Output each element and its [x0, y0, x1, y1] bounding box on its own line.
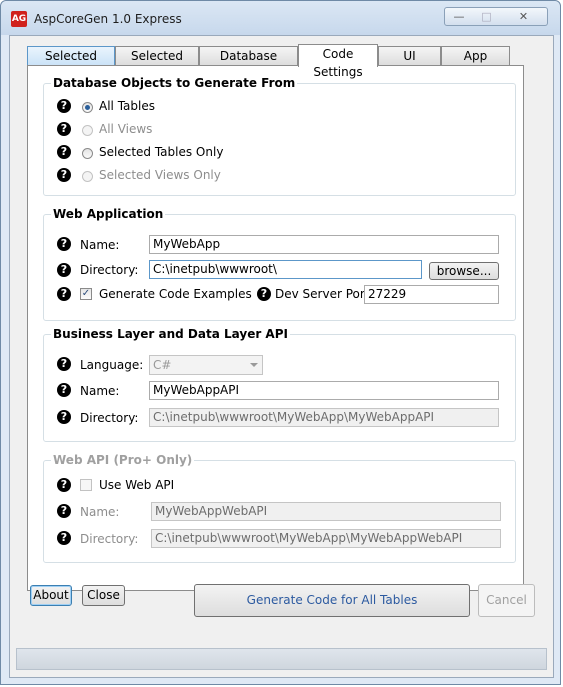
web-app-name-label: Name:	[80, 238, 120, 252]
web-app-directory-input[interactable]: C:\inetpub\wwwroot\	[149, 260, 422, 279]
help-icon[interactable]: ?	[57, 168, 71, 182]
selected-views-label: Selected Views Only	[99, 168, 221, 182]
tab-selected-tables[interactable]: Selected Tables	[27, 46, 115, 81]
client-area: Selected Tables Selected Views Database …	[9, 35, 554, 678]
help-icon[interactable]: ?	[57, 99, 71, 113]
tab-code-settings[interactable]: Code Settings	[298, 44, 378, 79]
close-button[interactable]: Close	[82, 585, 125, 606]
window-title: AspCoreGen 1.0 Express	[34, 12, 182, 26]
tab-app-settings[interactable]: App Settings	[441, 46, 510, 81]
all-tables-radio[interactable]	[82, 102, 93, 113]
web-api-name-label: Name:	[80, 505, 120, 519]
all-views-radio	[82, 125, 93, 136]
close-icon: ✕	[518, 10, 529, 23]
generate-code-button[interactable]: Generate Code for All Tables	[194, 584, 470, 617]
about-button[interactable]: About	[30, 585, 72, 606]
chevron-down-icon	[250, 363, 258, 367]
use-web-api-checkbox	[80, 479, 92, 491]
minimize-button[interactable]: —	[444, 7, 474, 26]
help-icon[interactable]: ?	[57, 287, 71, 301]
help-icon[interactable]: ?	[57, 383, 71, 397]
web-application-title: Web Application	[51, 207, 166, 221]
cancel-button: Cancel	[478, 584, 535, 617]
language-select: C#	[149, 355, 263, 375]
language-label: Language:	[80, 358, 144, 372]
help-icon[interactable]: ?	[57, 263, 71, 277]
db-objects-title: Database Objects to Generate From	[51, 76, 298, 90]
web-api-group: Web API (Pro+ Only) ? Use Web API ? Name…	[43, 453, 516, 563]
tab-database-settings[interactable]: Database Settings	[199, 46, 298, 81]
maximize-button: □	[473, 7, 501, 26]
close-window-button[interactable]: ✕	[500, 7, 548, 26]
use-web-api-label: Use Web API	[99, 478, 175, 492]
selected-views-radio	[82, 171, 93, 182]
all-tables-label: All Tables	[99, 99, 155, 113]
dev-port-input[interactable]: 27229	[364, 285, 499, 304]
generate-examples-checkbox[interactable]: ✓	[80, 288, 92, 300]
app-window: AG AspCoreGen 1.0 Express — □ ✕ Selected…	[0, 0, 561, 685]
status-bar	[16, 648, 547, 670]
dev-port-label: Dev Server Port:	[275, 287, 374, 301]
maximize-icon: □	[481, 10, 492, 23]
web-app-name-input[interactable]: MyWebApp	[149, 235, 499, 254]
all-views-label: All Views	[99, 122, 153, 136]
tab-selected-views[interactable]: Selected Views	[115, 46, 199, 81]
api-directory-input: C:\inetpub\wwwroot\MyWebApp\MyWebAppAPI	[149, 408, 499, 427]
selected-tables-label: Selected Tables Only	[99, 145, 224, 159]
help-icon[interactable]: ?	[57, 410, 71, 424]
business-layer-group: Business Layer and Data Layer API ? Lang…	[43, 327, 516, 442]
tab-ui-settings[interactable]: UI Settings	[378, 46, 441, 81]
web-api-directory-label: Directory:	[80, 532, 139, 546]
selected-tables-radio[interactable]	[82, 148, 93, 159]
help-icon[interactable]: ?	[57, 531, 71, 545]
api-name-label: Name:	[80, 384, 120, 398]
business-layer-title: Business Layer and Data Layer API	[51, 327, 290, 341]
web-app-directory-label: Directory:	[80, 263, 139, 277]
help-icon[interactable]: ?	[257, 287, 271, 301]
help-icon[interactable]: ?	[57, 504, 71, 518]
minimize-icon: —	[453, 10, 465, 23]
web-api-name-input: MyWebAppWebAPI	[151, 502, 501, 521]
web-api-title: Web API (Pro+ Only)	[51, 453, 195, 467]
generate-examples-label: Generate Code Examples	[99, 287, 252, 301]
db-objects-group: Database Objects to Generate From ? All …	[43, 76, 516, 196]
web-api-directory-input: C:\inetpub\wwwroot\MyWebApp\MyWebAppWebA…	[151, 529, 501, 548]
help-icon[interactable]: ?	[57, 357, 71, 371]
app-logo-icon: AG	[11, 11, 27, 27]
help-icon[interactable]: ?	[57, 237, 71, 251]
help-icon[interactable]: ?	[57, 145, 71, 159]
api-name-input[interactable]: MyWebAppAPI	[149, 381, 499, 400]
help-icon[interactable]: ?	[57, 478, 71, 492]
help-icon[interactable]: ?	[57, 122, 71, 136]
web-application-group: Web Application ? Name: MyWebApp ? Direc…	[43, 207, 516, 321]
code-settings-panel: Database Objects to Generate From ? All …	[27, 65, 524, 591]
browse-button[interactable]: browse...	[429, 262, 499, 280]
api-directory-label: Directory:	[80, 411, 139, 425]
language-value: C#	[153, 358, 172, 372]
title-bar[interactable]: AG AspCoreGen 1.0 Express — □ ✕	[1, 1, 560, 35]
